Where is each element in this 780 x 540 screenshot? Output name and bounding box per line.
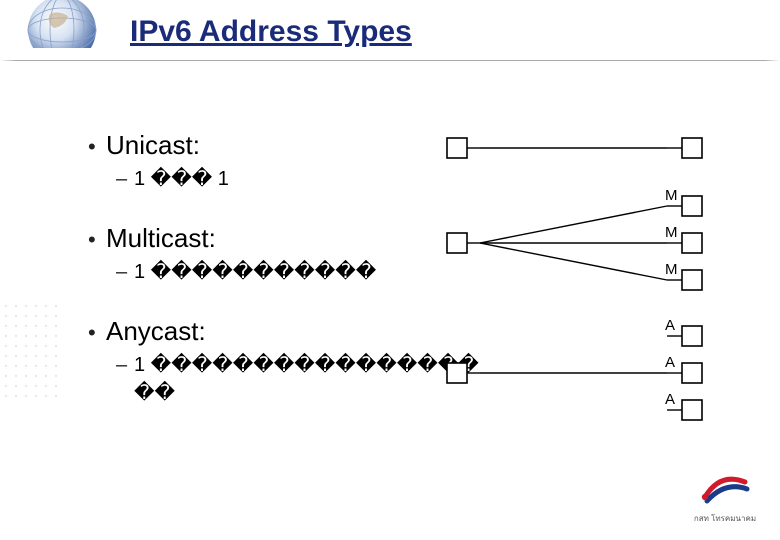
logo-text: กสท โทรคมนาคม [685, 512, 765, 525]
sub-anycast-text: 1 ������������������ [134, 351, 484, 407]
heading-multicast: Multicast: [106, 223, 216, 254]
anycast-diagram: A A A [447, 317, 702, 420]
dash-icon: – [116, 261, 134, 284]
bullet-disc-icon: • [88, 134, 106, 160]
decorative-dot-grid [0, 300, 80, 430]
sub-multicast-text: 1 ����������� [134, 258, 376, 286]
m-label: M [665, 187, 678, 204]
multicast-diagram: M M M [447, 187, 702, 290]
heading-anycast: Anycast: [106, 316, 206, 347]
a-label: A [665, 391, 675, 408]
heading-unicast: Unicast: [106, 130, 200, 161]
bullet-disc-icon: • [88, 320, 106, 346]
slide-title: IPv6 Address Types [130, 15, 412, 49]
slide-header: IPv6 Address Types [0, 0, 780, 92]
unicast-diagram [447, 138, 702, 158]
cat-telecom-logo: กสท โทรคมนาคม [685, 467, 765, 525]
dash-icon: – [116, 168, 134, 191]
logo-icon [695, 467, 755, 507]
dash-icon: – [116, 354, 134, 377]
m-label: M [665, 224, 678, 241]
bullet-disc-icon: • [88, 227, 106, 253]
m-label: M [665, 261, 678, 278]
a-label: A [665, 317, 675, 334]
header-divider [0, 60, 780, 61]
address-diagrams: M M M A A A [442, 118, 742, 438]
sub-unicast-text: 1 ��� 1 [134, 165, 229, 193]
a-label: A [665, 354, 675, 371]
